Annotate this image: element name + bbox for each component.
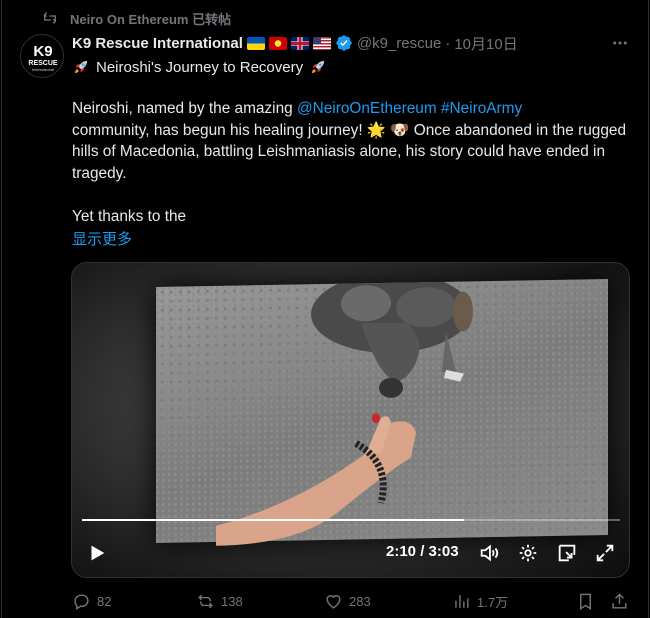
repost-icon bbox=[198, 594, 213, 608]
duration: 3:03 bbox=[428, 543, 459, 560]
video-controls: 2:10 / 3:03 bbox=[72, 533, 629, 573]
more-dots-icon bbox=[613, 41, 627, 45]
view-count: 1.7万 bbox=[477, 594, 509, 610]
volume-icon[interactable] bbox=[478, 542, 500, 564]
uk-flag-icon bbox=[290, 36, 309, 50]
video-frame[interactable] bbox=[156, 279, 608, 546]
rocket-icon bbox=[312, 61, 325, 73]
body-text: community, has begun his healing journey… bbox=[72, 121, 367, 139]
post-body: Neiroshi, named by the amazing @NeiroOnE… bbox=[72, 98, 628, 227]
header-separator: · bbox=[445, 34, 451, 52]
post-title: Neiroshi's Journey to Recovery bbox=[96, 58, 304, 76]
sun-emoji: 🌟 bbox=[366, 121, 387, 139]
avatar-text-bottom: International bbox=[32, 67, 54, 72]
current-time: 2:10 bbox=[386, 543, 417, 560]
avatar-text-top: K9 bbox=[33, 43, 52, 60]
bookmark-button[interactable] bbox=[576, 588, 595, 614]
views-button[interactable]: 1.7万 bbox=[452, 588, 508, 614]
share-button[interactable] bbox=[610, 588, 629, 614]
video-player[interactable]: 2:10 / 3:03 bbox=[71, 262, 630, 578]
avatar[interactable]: K9 RESCUE International bbox=[20, 34, 64, 78]
video-progress-bar[interactable] bbox=[82, 519, 620, 521]
avatar-text-mid: RESCUE bbox=[28, 60, 58, 67]
repost-button[interactable]: 138 bbox=[196, 588, 243, 614]
repost-count: 138 bbox=[221, 593, 243, 609]
fullscreen-icon[interactable] bbox=[594, 542, 616, 564]
reply-icon bbox=[74, 593, 89, 610]
time-separator: / bbox=[416, 543, 429, 560]
like-button[interactable]: 283 bbox=[324, 588, 371, 614]
bookmark-icon bbox=[580, 593, 591, 610]
views-chart-icon bbox=[455, 594, 469, 608]
verified-badge-icon[interactable] bbox=[335, 34, 353, 52]
tweet-actions: 82 138 283 1.7万 bbox=[2, 588, 648, 614]
dog-emoji: 🐶 bbox=[390, 121, 410, 139]
us-flag-icon bbox=[312, 36, 331, 50]
macedonia-flag-icon bbox=[268, 36, 287, 50]
dog-image bbox=[311, 281, 473, 398]
k9-logo: K9 RESCUE International bbox=[21, 35, 63, 77]
play-icon[interactable] bbox=[86, 542, 108, 564]
repost-icon bbox=[43, 12, 57, 24]
author-name[interactable]: K9 Rescue International bbox=[72, 35, 243, 52]
author-handle[interactable]: @k9_rescue bbox=[357, 35, 441, 52]
ukraine-flag-icon bbox=[246, 36, 265, 50]
repost-label: Neiro On Ethereum 已转帖 bbox=[70, 11, 232, 27]
post-date[interactable]: 10月10日 bbox=[454, 33, 517, 54]
share-icon bbox=[612, 592, 627, 609]
paragraph-1: Neiroshi, named by the amazing @NeiroOnE… bbox=[72, 98, 628, 184]
tweet-header: K9 Rescue International @k9_rescue · 10月… bbox=[72, 32, 518, 54]
more-options-button[interactable] bbox=[608, 32, 632, 54]
post-title-line: Neiroshi's Journey to Recovery bbox=[72, 56, 327, 78]
picture-in-picture-icon[interactable] bbox=[556, 542, 578, 564]
repost-indicator[interactable]: Neiro On Ethereum 已转帖 bbox=[42, 8, 231, 28]
like-count: 283 bbox=[349, 593, 371, 609]
hashtag-link[interactable]: #NeiroArmy bbox=[441, 100, 522, 117]
show-more-link[interactable]: 显示更多 bbox=[72, 228, 132, 249]
paragraph-2: Yet thanks to the bbox=[72, 207, 187, 225]
hand-image bbox=[216, 413, 416, 546]
tweet-card[interactable]: Neiro On Ethereum 已转帖 K9 RESCUE Internat… bbox=[1, 0, 649, 618]
reply-button[interactable]: 82 bbox=[72, 588, 111, 614]
body-text: Neiroshi, named by the amazing bbox=[72, 100, 297, 117]
rocket-icon bbox=[75, 61, 87, 73]
video-progress-fill bbox=[82, 519, 464, 521]
video-time: 2:10 / 3:03 bbox=[386, 543, 459, 560]
heart-icon bbox=[326, 594, 341, 609]
reply-count: 82 bbox=[97, 593, 112, 609]
settings-gear-icon[interactable] bbox=[517, 542, 539, 564]
mention-link[interactable]: @NeiroOnEthereum bbox=[297, 100, 437, 117]
